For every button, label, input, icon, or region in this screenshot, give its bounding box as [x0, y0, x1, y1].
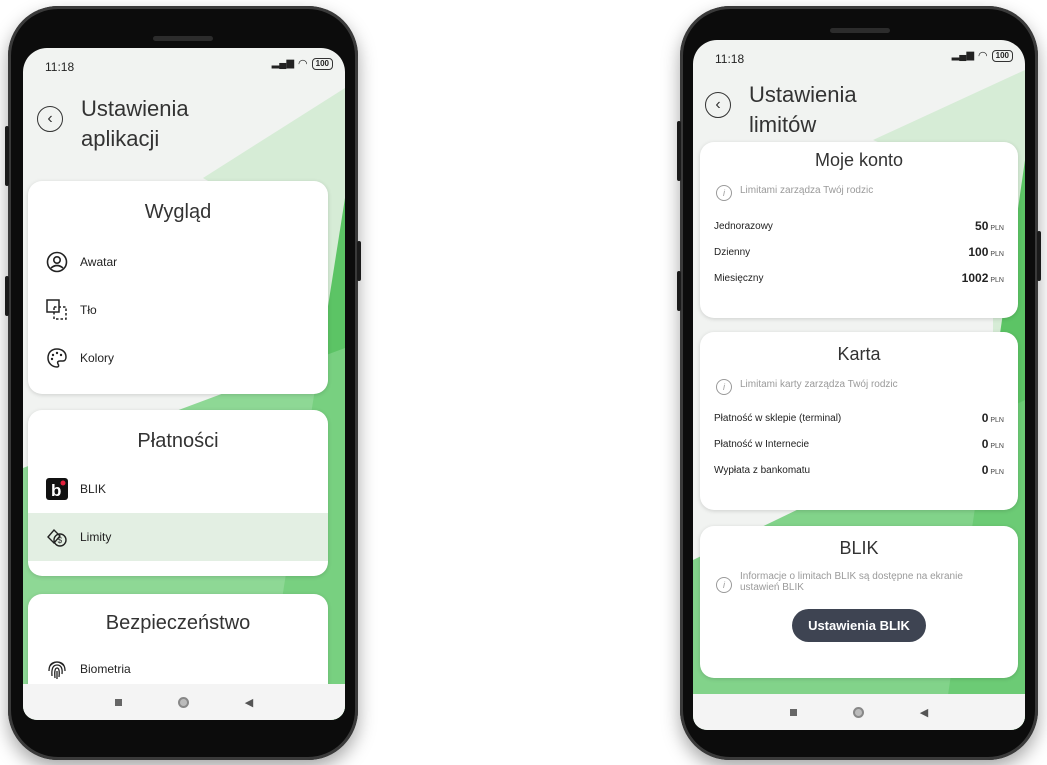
menu-item-label: BLIK: [80, 482, 107, 496]
limit-label: Wypłata z bankomatu: [714, 464, 811, 476]
battery-icon: 100: [311, 57, 333, 70]
wifi-icon: ◠: [978, 50, 988, 62]
fingerprint-icon: [44, 656, 70, 682]
info-icon: i: [716, 185, 732, 201]
left-screen: 11:18 ▂▄▆ ◠ 100 ‹ Ustawienia aplikacji W…: [23, 48, 345, 720]
home-icon[interactable]: [177, 696, 189, 708]
menu-item-limits[interactable]: $ Limity: [28, 513, 328, 561]
limit-currency: PLN: [990, 469, 1004, 476]
blik-settings-button[interactable]: Ustawienia BLIK: [792, 609, 926, 642]
limit-currency: PLN: [990, 443, 1004, 450]
menu-item-label: Awatar: [80, 255, 118, 269]
recents-icon[interactable]: [114, 698, 122, 706]
avatar-icon: [44, 249, 70, 275]
left-phone: 11:18 ▂▄▆ ◠ 100 ‹ Ustawienia aplikacji W…: [5, 6, 361, 760]
signal-icon: ▂▄▆: [951, 50, 975, 61]
info-icon: i: [716, 577, 732, 593]
back-icon[interactable]: ‹: [705, 92, 731, 118]
blik-icon: b: [44, 476, 70, 502]
menu-item-label: Kolory: [80, 351, 115, 365]
limit-row-store: Płatność w sklepie (terminal) 0 PLN: [700, 405, 1018, 431]
payments-title: Płatności: [137, 430, 219, 452]
card-limits-card: Karta i Limitami karty zarządza Twój rod…: [700, 332, 1018, 510]
nav-bar: ◀: [693, 694, 1025, 730]
card-info: i Limitami karty zarządza Twój rodzic: [700, 379, 1018, 395]
menu-item-label: Limity: [80, 530, 112, 544]
limit-amount: 1002: [961, 271, 989, 285]
limit-currency: PLN: [990, 277, 1004, 284]
page-title-line2: limitów: [749, 112, 817, 137]
limit-label: Dzienny: [714, 246, 751, 258]
limit-row-atm: Wypłata z bankomatu 0 PLN: [700, 457, 1018, 483]
recents-icon[interactable]: [789, 708, 797, 716]
page-title-line1: Ustawienia: [749, 82, 857, 107]
nav-back-icon[interactable]: ◀: [920, 706, 928, 719]
payments-card: Płatności b BLIK $ Limity: [28, 410, 328, 576]
card-info-text: Limitami karty zarządza Twój rodzic: [740, 379, 898, 390]
nav-bar: ◀: [23, 684, 345, 720]
blik-title: BLIK: [839, 538, 879, 558]
security-title: Bezpieczeństwo: [105, 612, 251, 634]
menu-item-label: Tło: [80, 303, 97, 317]
limit-amount: 0: [981, 463, 989, 477]
page-title-line2: aplikacji: [81, 126, 160, 151]
menu-item-avatar[interactable]: Awatar: [28, 238, 328, 286]
limit-row-daily: Dzienny 100 PLN: [700, 239, 1018, 265]
account-info-text: Limitami zarządza Twój rodzic: [740, 185, 874, 196]
battery-icon: 100: [991, 49, 1013, 62]
blik-info: i Informacje o limitach BLIK są dostępne…: [700, 571, 1018, 593]
right-screen: 11:18 ▂▄▆ ◠ 100 ‹ Ustawienia limitów Moj…: [693, 40, 1025, 730]
account-info: i Limitami zarządza Twój rodzic: [700, 185, 1018, 201]
limit-currency: PLN: [990, 225, 1004, 232]
background-icon: [44, 297, 70, 323]
account-limits-card: Moje konto i Limitami zarządza Twój rodz…: [700, 142, 1018, 318]
limit-label: Miesięczny: [714, 272, 764, 284]
card-title: Karta: [837, 344, 881, 364]
limit-label: Jednorazowy: [714, 220, 773, 232]
status-bar: 11:18 ▂▄▆ ◠ 100: [23, 48, 345, 80]
status-bar: 11:18 ▂▄▆ ◠ 100: [693, 40, 1025, 72]
svg-text:b: b: [51, 481, 61, 500]
back-icon[interactable]: ‹: [37, 106, 63, 132]
wifi-icon: ◠: [298, 58, 308, 70]
menu-item-blik[interactable]: b BLIK: [28, 465, 328, 513]
blik-info-text: Informacje o limitach BLIK są dostępne n…: [740, 571, 963, 593]
menu-item-background[interactable]: Tło: [28, 286, 328, 334]
right-phone: 11:18 ▂▄▆ ◠ 100 ‹ Ustawienia limitów Moj…: [677, 6, 1041, 760]
palette-icon: [44, 345, 70, 371]
limit-row-monthly: Miesięczny 1002 PLN: [700, 265, 1018, 291]
appearance-card: Wygląd Awatar Tło Kolory: [28, 181, 328, 394]
menu-item-label: Biometria: [80, 662, 131, 676]
limit-amount: 100: [968, 245, 989, 259]
limit-amount: 0: [981, 437, 989, 451]
limit-row-one-time: Jednorazowy 50 PLN: [700, 213, 1018, 239]
page-title-line1: Ustawienia: [81, 96, 189, 121]
menu-item-colors[interactable]: Kolory: [28, 334, 328, 382]
home-icon[interactable]: [852, 706, 864, 718]
blik-limits-card: BLIK i Informacje o limitach BLIK są dos…: [700, 526, 1018, 678]
status-time: 11:18: [45, 60, 75, 74]
limit-row-internet: Płatność w Internecie 0 PLN: [700, 431, 1018, 457]
svg-text:$: $: [58, 536, 63, 545]
limit-currency: PLN: [990, 251, 1004, 258]
limit-label: Płatność w sklepie (terminal): [714, 412, 842, 424]
account-title: Moje konto: [814, 150, 904, 170]
appearance-title: Wygląd: [144, 201, 212, 223]
limits-icon: $: [44, 524, 70, 550]
limit-currency: PLN: [990, 417, 1004, 424]
nav-back-icon[interactable]: ◀: [245, 696, 253, 709]
info-icon: i: [716, 379, 732, 395]
status-time: 11:18: [715, 52, 745, 66]
limit-amount: 0: [981, 411, 989, 425]
signal-icon: ▂▄▆: [271, 58, 295, 69]
limit-amount: 50: [975, 219, 989, 233]
limit-label: Płatność w Internecie: [714, 438, 810, 450]
